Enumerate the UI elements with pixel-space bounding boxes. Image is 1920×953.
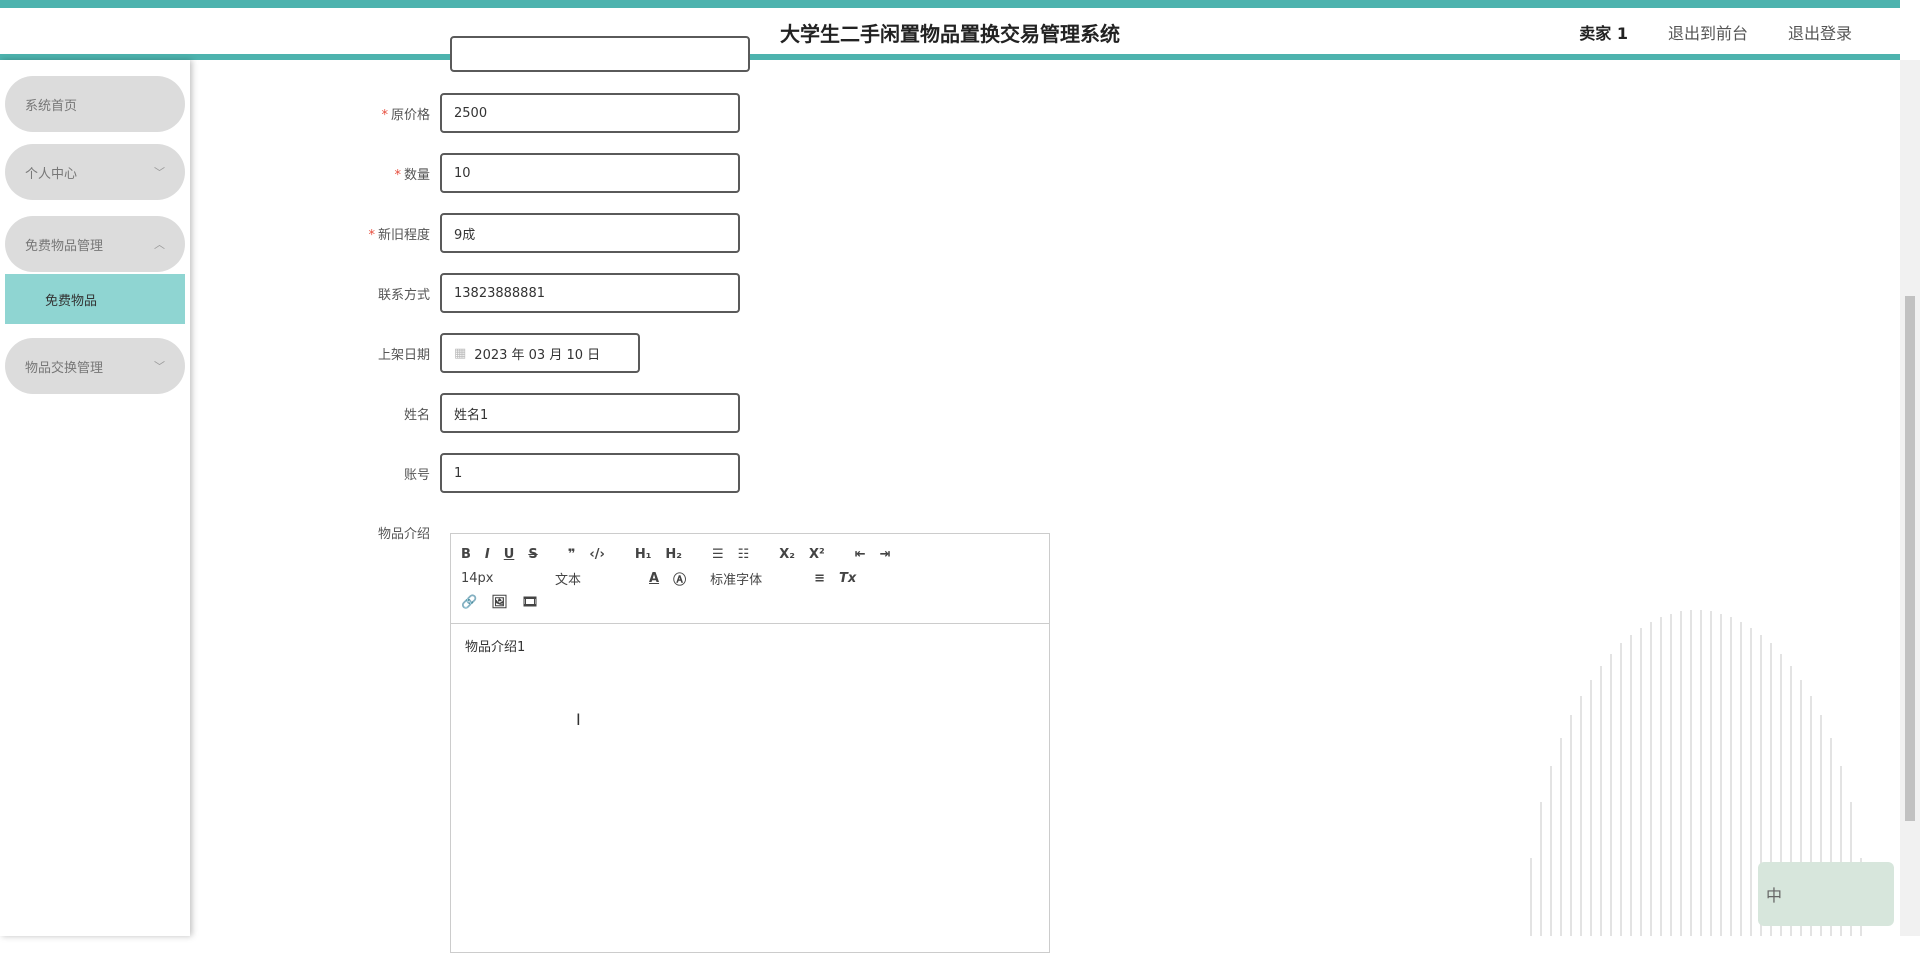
description-label: 物品介绍 (377, 527, 430, 542)
h2-icon[interactable]: H₂ (665, 547, 682, 562)
chevron-down-icon: ﹀ (154, 166, 165, 179)
current-user: 卖家 1 (1579, 24, 1628, 43)
back-to-front-link[interactable]: 退出到前台 (1668, 20, 1748, 44)
condition-label: * 新旧程度 (368, 227, 430, 243)
floating-widget[interactable]: 中 (1758, 862, 1894, 926)
menu-home[interactable]: 系统首页 (5, 76, 185, 132)
editor-toolbar: B I U S ❞ ‹/› H₁ H₂ ☰ ☷ X₂ X² ⇤ ⇥ 14px 文… (451, 534, 1049, 624)
top-header: 大学生二手闲置物品置换交易管理系统 卖家 1 退出到前台 退出登录 (0, 0, 1900, 60)
deco-line (1710, 611, 1712, 936)
italic-icon[interactable]: I (485, 547, 490, 562)
deco-line (1530, 857, 1532, 936)
deco-line (1590, 679, 1592, 936)
deco-line (1550, 765, 1552, 936)
row-name: 姓名 姓名1 (340, 393, 740, 433)
menu-home-label: 系统首页 (25, 98, 78, 114)
original-price-label: * 原价格 (381, 107, 430, 123)
deco-line (1670, 613, 1672, 936)
menu-personal-center-label: 个人中心 (25, 166, 78, 182)
row-account: 账号 1 (340, 453, 740, 493)
outdent-icon[interactable]: ⇤ (855, 547, 866, 562)
link-icon[interactable]: 🔗 (461, 595, 477, 610)
deco-line (1680, 611, 1682, 936)
deco-line (1690, 610, 1692, 936)
block-type-select[interactable]: 文本 (555, 569, 635, 588)
image-icon[interactable]: 🖼 (491, 595, 508, 610)
submenu-free-item[interactable]: 免费物品 (5, 274, 185, 324)
clear-format-icon[interactable]: Tx (839, 571, 856, 586)
deco-line (1730, 616, 1732, 936)
menu-free-items-label: 免费物品管理 (25, 238, 104, 254)
menu-exchange-label: 物品交换管理 (25, 360, 104, 376)
deco-line (1700, 610, 1702, 936)
account-label: 账号 (403, 467, 430, 483)
row-condition: * 新旧程度 9成 (340, 213, 740, 253)
underline-icon[interactable]: U (504, 547, 515, 562)
deco-line (1740, 621, 1742, 936)
deco-line (1620, 643, 1622, 936)
scrollbar[interactable] (1900, 60, 1920, 936)
contact-input[interactable]: 13823888881 (440, 273, 740, 313)
h1-icon[interactable]: H₁ (635, 547, 652, 562)
font-color-icon[interactable]: A (649, 571, 659, 586)
background-color-icon[interactable]: Ⓐ (673, 569, 686, 588)
condition-input[interactable]: 9成 (440, 213, 740, 253)
list-date-picker[interactable]: ▦ 2023 年 03 月 10 日 (440, 333, 640, 373)
align-icon[interactable]: ≡ (814, 571, 825, 586)
deco-line (1640, 627, 1642, 936)
name-label: 姓名 (403, 407, 430, 423)
deco-line (1750, 627, 1752, 936)
rich-text-editor: B I U S ❞ ‹/› H₁ H₂ ☰ ☷ X₂ X² ⇤ ⇥ 14px 文… (450, 533, 1050, 953)
row-original-price: * 原价格 2500 (340, 93, 740, 133)
deco-line (1580, 695, 1582, 936)
deco-line (1610, 653, 1612, 936)
bullet-list-icon[interactable]: ☷ (738, 547, 750, 562)
original-price-input[interactable]: 2500 (440, 93, 740, 133)
deco-line (1650, 621, 1652, 936)
menu-personal-center[interactable]: 个人中心 ﹀ (5, 144, 185, 200)
chevron-up-icon: ︿ (154, 238, 165, 251)
bold-icon[interactable]: B (461, 547, 471, 562)
row-quantity: * 数量 10 (340, 153, 740, 193)
chinese-input-icon: 中 (1766, 886, 1783, 905)
logout-link[interactable]: 退出登录 (1788, 20, 1852, 44)
row-list-date: 上架日期 ▦ 2023 年 03 月 10 日 (340, 333, 640, 373)
superscript-icon[interactable]: X² (809, 547, 825, 562)
list-date-label: 上架日期 (377, 347, 430, 363)
text-cursor-icon: I (576, 710, 581, 729)
account-input[interactable]: 1 (440, 453, 740, 493)
menu-exchange[interactable]: 物品交换管理 ﹀ (5, 338, 185, 394)
deco-line (1560, 737, 1562, 936)
calendar-icon: ▦ (454, 345, 467, 361)
code-icon[interactable]: ‹/› (589, 547, 604, 562)
field-above-cut[interactable] (450, 36, 750, 72)
header-actions: 卖家 1 退出到前台 退出登录 (1579, 20, 1852, 44)
strikethrough-icon[interactable]: S (528, 547, 537, 562)
menu-free-items[interactable]: 免费物品管理 ︿ (5, 216, 185, 272)
quantity-label: * 数量 (394, 167, 430, 183)
contact-label: 联系方式 (377, 287, 430, 303)
video-icon[interactable]: 🎞 (522, 595, 539, 610)
font-family-select[interactable]: 标准字体 (710, 569, 800, 588)
deco-line (1540, 802, 1542, 936)
font-size-select[interactable]: 14px (461, 571, 541, 586)
deco-line (1720, 613, 1722, 936)
deco-line (1660, 616, 1662, 936)
editor-body[interactable]: 物品介绍1 (451, 624, 1049, 667)
chevron-down-icon: ﹀ (154, 360, 165, 373)
row-description: 物品介绍 (340, 523, 440, 542)
name-input[interactable]: 姓名1 (440, 393, 740, 433)
deco-line (1570, 715, 1572, 936)
list-date-value: 2023 年 03 月 10 日 (474, 347, 601, 363)
deco-line (1630, 634, 1632, 936)
quantity-input[interactable]: 10 (440, 153, 740, 193)
ordered-list-icon[interactable]: ☰ (712, 547, 724, 562)
row-contact: 联系方式 13823888881 (340, 273, 740, 313)
blockquote-icon[interactable]: ❞ (568, 547, 576, 562)
subscript-icon[interactable]: X₂ (779, 547, 795, 562)
indent-icon[interactable]: ⇥ (880, 547, 891, 562)
scrollbar-thumb[interactable] (1905, 296, 1915, 821)
sidebar: 系统首页 个人中心 ﹀ 免费物品管理 ︿ 免费物品 物品交换管理 ﹀ (0, 60, 190, 936)
deco-line (1600, 665, 1602, 936)
